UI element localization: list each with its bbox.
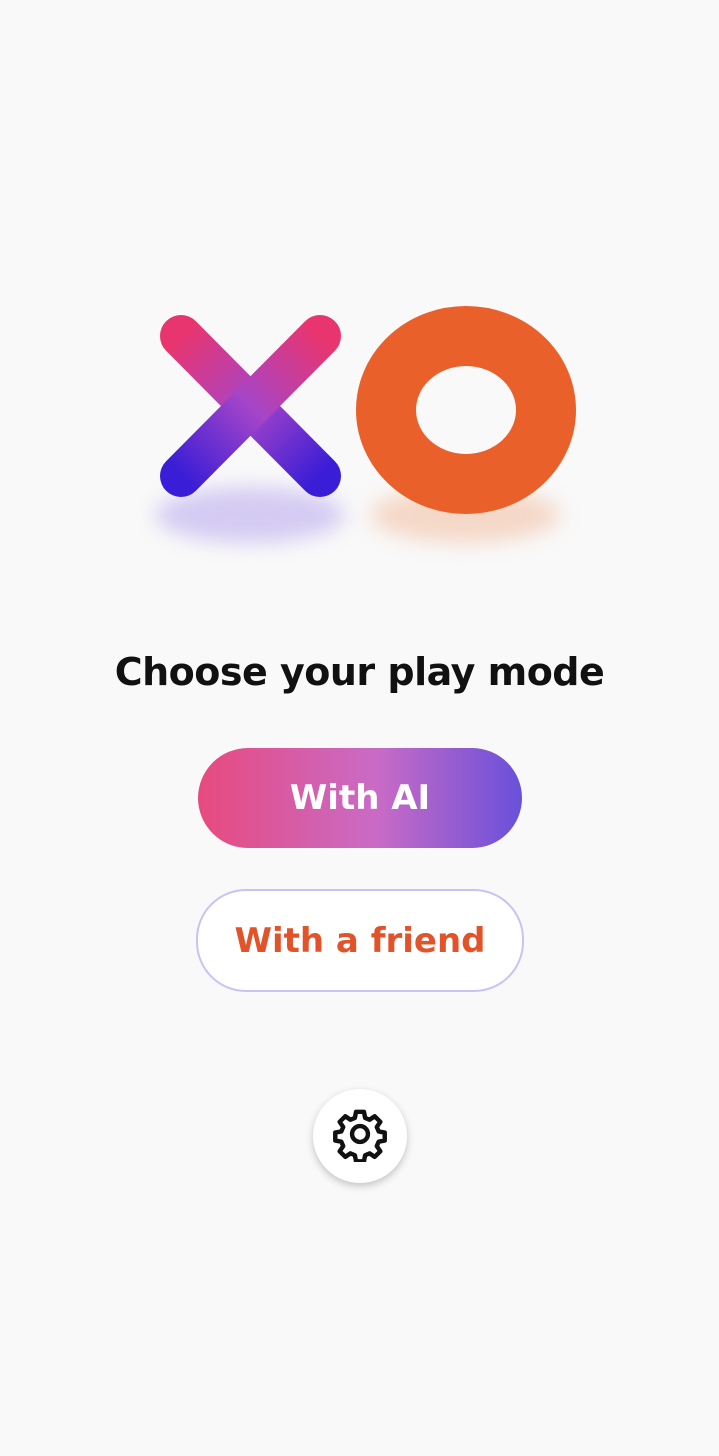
with-ai-label: With AI: [289, 778, 431, 818]
home-screen: Choose your play mode With AI With a fri…: [0, 0, 719, 1456]
page-title: Choose your play mode: [114, 650, 605, 694]
o-mark-icon: [356, 306, 576, 514]
with-friend-label: With a friend: [234, 920, 486, 961]
settings-button[interactable]: [313, 1089, 407, 1183]
with-friend-button[interactable]: With a friend: [196, 889, 524, 992]
with-ai-button[interactable]: With AI: [198, 748, 522, 848]
gear-icon: [332, 1106, 388, 1166]
xo-logo: [140, 290, 590, 570]
x-mark-icon: [160, 315, 341, 497]
